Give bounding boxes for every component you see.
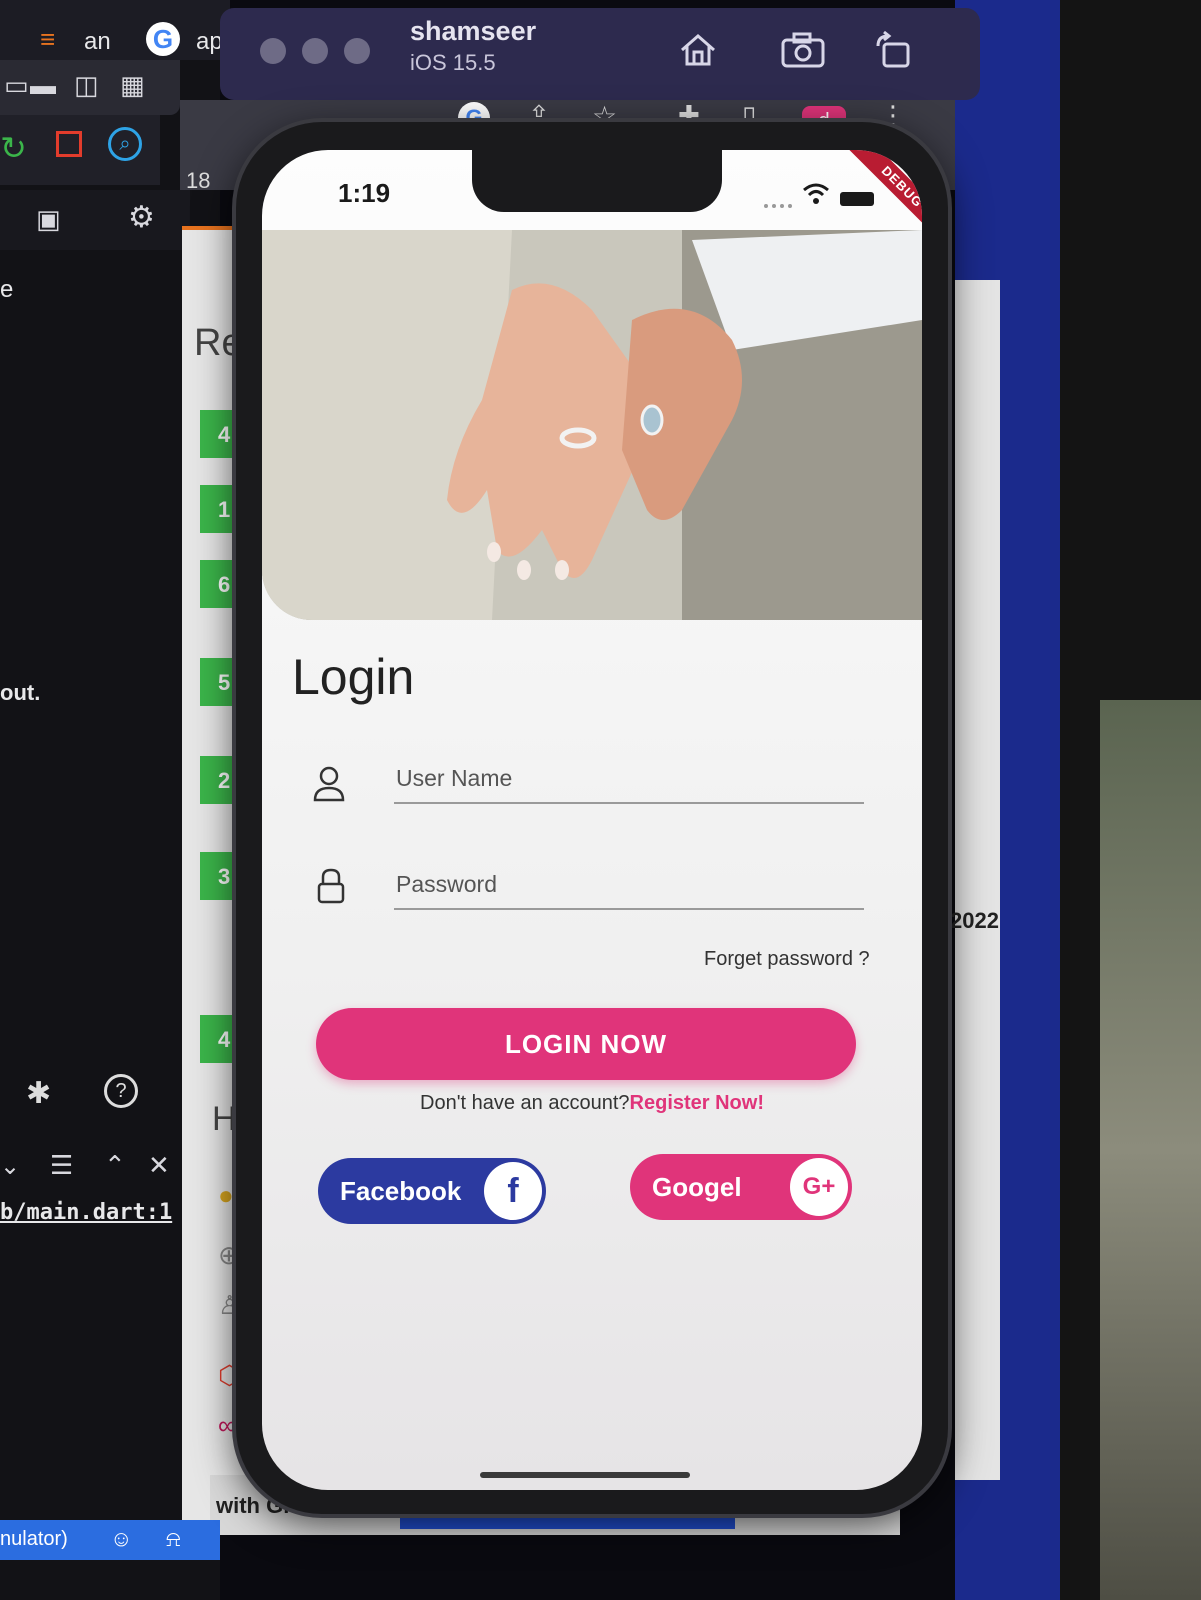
login-title: Login [292,649,415,705]
ide-text-fragment: out. [0,680,41,705]
link-icon: ∞ [218,1410,237,1440]
cellular-signal-icon [764,204,792,208]
ide-status-bar: nulator) ☺ ⍾ [0,1520,220,1560]
screenshot-icon[interactable] [780,30,826,70]
help-icon[interactable]: ? [104,1074,138,1108]
ide-text-fragment: e [0,276,14,303]
inspector-icon[interactable]: ⌕ [108,127,142,161]
phone-screen: 1:19 DEBUG Login User Name Forget passwo… [262,150,922,1490]
rotate-icon[interactable] [872,30,912,70]
console-toolbar: ⌄ ☰ ⌃ ✕ [0,1150,200,1190]
forgot-password-link[interactable]: Forget password ? [704,948,870,971]
wrap-lines-icon[interactable]: ☰ [50,1150,73,1181]
ide-run-toolbar: ↻ ⌕ [0,115,160,185]
debug-bug-icon[interactable]: ✱ [26,1076,51,1111]
facebook-icon: f [484,1162,542,1220]
home-icon[interactable] [678,30,718,70]
step-chip[interactable]: 2 [200,756,238,804]
step-chip[interactable]: 1 [200,485,238,533]
google-button-label: Googel [652,1171,742,1202]
wifi-icon [803,183,829,204]
layout-bottom-icon[interactable]: ▭ [4,70,29,101]
lock-icon [317,868,345,904]
google-login-button[interactable]: Googel G+ [630,1154,852,1220]
chevron-down-icon[interactable]: ⌄ [0,1152,20,1181]
split-icon[interactable]: ◫ [74,70,99,101]
right-web-page [955,280,1000,1480]
no-account-text: Don't have an account? [420,1092,630,1114]
stack-icon: ≡ [40,24,56,54]
google-plus-icon: G+ [790,1158,848,1216]
image-icon[interactable]: ▣ [36,204,61,235]
simulator-os-version: iOS 15.5 [410,50,496,75]
browser-tab-label[interactable]: ap [196,28,223,56]
browser-tab-label[interactable]: an [84,28,111,56]
status-time: 1:19 [338,178,391,208]
step-chip[interactable]: 4 [200,1015,238,1063]
window-minimize-dot[interactable] [302,38,328,64]
wedding-hands-illustration [262,230,922,620]
room-background [1100,700,1201,1600]
bulb-icon: ● [218,1180,234,1210]
restart-icon[interactable]: ↻ [0,129,27,167]
ide-secondary-toolbar: ▣ ⚙ [0,190,190,250]
user-icon [313,766,345,802]
year-label: 2022 [950,908,999,933]
battery-icon [840,192,874,206]
feedback-icon[interactable]: ☺ [110,1526,132,1552]
step-chip[interactable]: 6 [200,560,238,608]
username-input[interactable] [394,754,864,804]
close-icon[interactable]: ✕ [148,1150,170,1181]
password-input[interactable] [394,860,864,910]
stop-icon[interactable] [56,131,82,157]
register-prompt: Don't have an account?Register Now! [262,1092,922,1115]
window-zoom-dot[interactable] [344,38,370,64]
simulator-device-name: shamseer [410,16,537,46]
gear-icon[interactable]: ⚙ [128,200,155,235]
login-button[interactable]: LOGIN NOW [316,1008,856,1080]
layout-panel-icon[interactable]: ▬ [30,70,56,101]
facebook-login-button[interactable]: Facebook f [318,1158,546,1224]
step-chip[interactable]: 4 [200,410,238,458]
facebook-button-label: Facebook [340,1175,462,1206]
register-link[interactable]: Register Now! [630,1092,764,1114]
step-chip[interactable]: 5 [200,658,238,706]
simulator-title-bar [220,8,980,100]
chevron-up-icon[interactable]: ⌃ [104,1150,126,1181]
phone-notch [472,150,722,212]
grid-icon[interactable]: ▦ [120,70,145,101]
device-status-text[interactable]: nulator) [0,1528,68,1551]
bell-icon[interactable]: ⍾ [166,1526,181,1552]
google-icon: G [146,22,180,56]
hero-image [262,230,922,620]
home-indicator[interactable] [480,1472,690,1478]
ide-layout-toolbar: ▭ ▬ ◫ ▦ [0,60,180,115]
window-close-dot[interactable] [260,38,286,64]
main-dart-link[interactable]: b/main.dart:1 [0,1200,172,1225]
step-chip[interactable]: 3 [200,852,238,900]
ide-top-bar: an ≡ G ap [0,0,230,60]
tab-count-label: 18 [186,168,211,193]
